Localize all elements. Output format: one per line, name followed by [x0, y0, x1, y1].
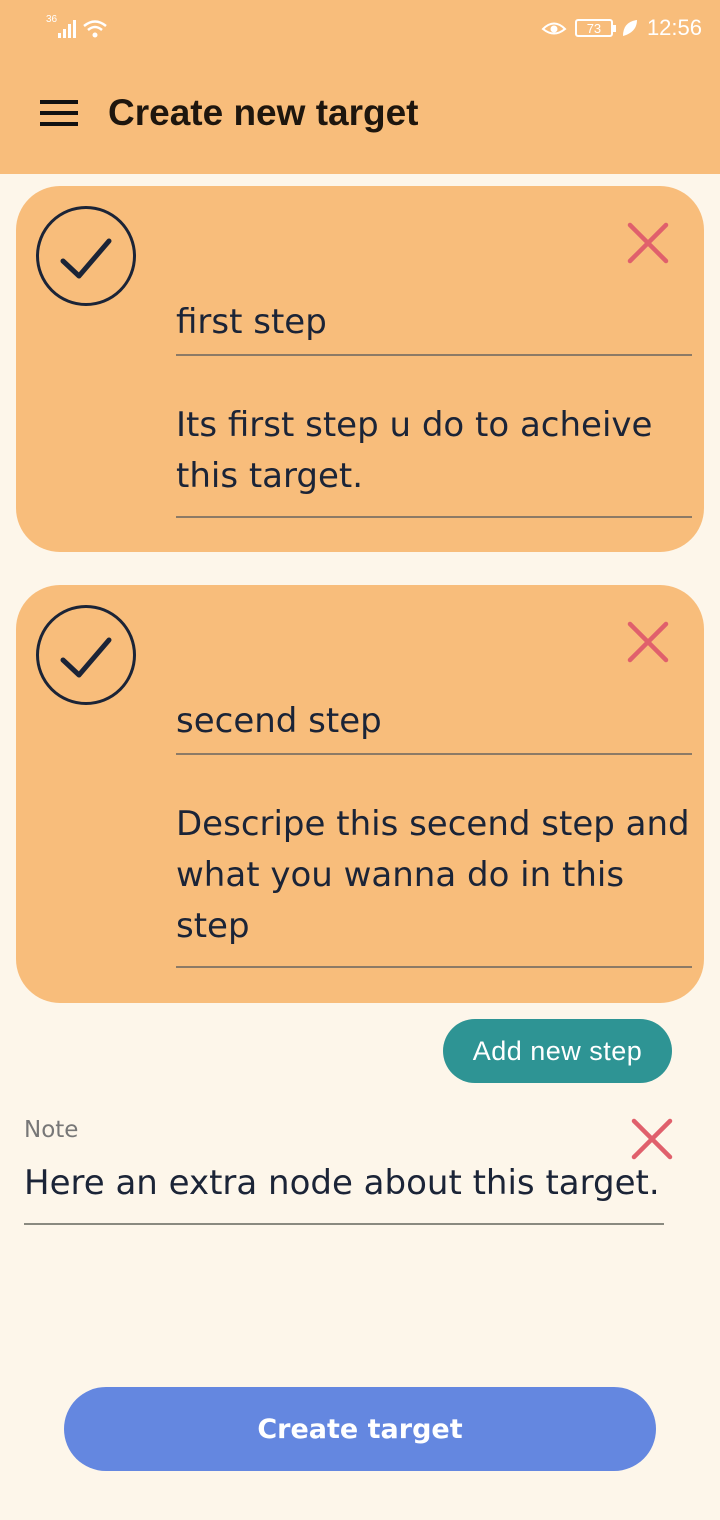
status-right: 73 12:56: [541, 12, 702, 44]
step-description-field[interactable]: Its first step u do to acheive this targ…: [176, 400, 692, 518]
note-label: Note: [24, 1117, 79, 1143]
step-card: secend step Descripe this secend step an…: [16, 585, 704, 1003]
note-field[interactable]: Here an extra node about this target.: [24, 1158, 664, 1225]
battery-indicator: 73: [574, 19, 616, 37]
check-icon: [60, 238, 112, 279]
clock: 12:56: [646, 15, 702, 40]
create-target-button[interactable]: Create target: [64, 1387, 656, 1471]
delete-step-icon[interactable]: [626, 221, 670, 265]
step-complete-toggle[interactable]: [36, 605, 136, 705]
step-title-field[interactable]: first step: [176, 302, 692, 356]
status-left: 36: [46, 14, 108, 40]
step-title-field[interactable]: secend step: [176, 701, 692, 755]
step-card: first step Its first step u do to acheiv…: [16, 186, 704, 552]
network-type: 36: [46, 14, 58, 25]
delete-step-icon[interactable]: [626, 620, 670, 664]
eye-comfort-icon: [541, 22, 567, 35]
check-icon: [60, 637, 112, 678]
status-bar: 36 73 12:56: [0, 0, 720, 56]
step-complete-toggle[interactable]: [36, 206, 136, 306]
app-bar: Create new target: [0, 56, 720, 174]
hamburger-menu-icon[interactable]: [40, 100, 78, 128]
add-new-step-button[interactable]: Add new step: [443, 1019, 672, 1083]
page-title: Create new target: [108, 92, 419, 133]
step-description-field[interactable]: Descripe this secend step and what you w…: [176, 799, 692, 968]
delete-note-icon[interactable]: [630, 1117, 674, 1161]
wifi-icon: [83, 20, 107, 38]
leaf-icon: [622, 20, 637, 36]
battery-level: 73: [586, 20, 602, 36]
